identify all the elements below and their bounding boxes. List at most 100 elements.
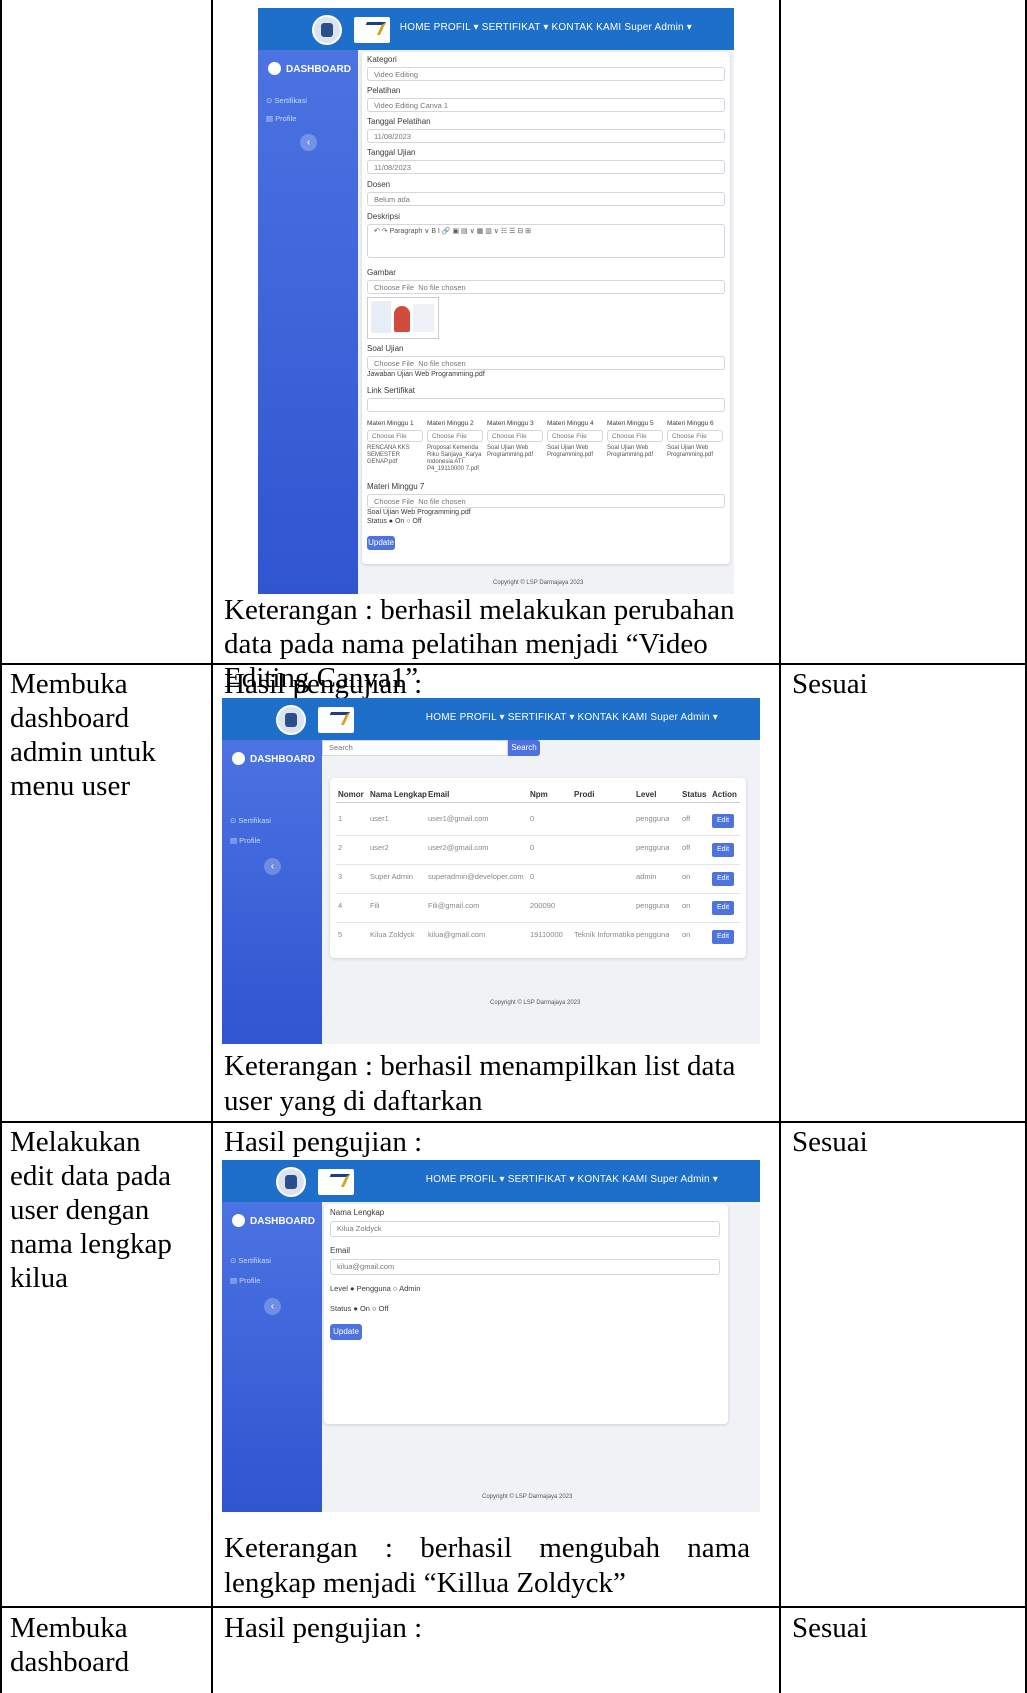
skenario-3-line-5: kilua [10,1262,68,1294]
field-input[interactable]: 11/08/2023 [367,129,725,143]
table-row: 3 Super Admin superadmin@developer.com 0 adm… [330,868,746,890]
materi-file-input[interactable]: Choose File [607,430,663,442]
hasil-3-label: Hasil pengujian : [224,1126,423,1158]
sidebar-item-sertifikasi[interactable]: ⊙ Sertifikasi [266,96,307,105]
materi-file-input[interactable]: Choose File [547,430,603,442]
table-cell: pengguna [636,930,670,939]
row-divider [336,922,740,923]
table-header: Npm [530,790,548,799]
sidebar-item-profile[interactable]: ▤ Profile [230,836,260,845]
materi7-file-input[interactable]: Choose File No file chosen [367,494,725,508]
edit-button[interactable]: Edit [712,901,734,915]
main-area: Search Search Nomor Nama Lengkap Email Npm P… [322,740,760,1044]
sidebar-item-profile[interactable]: ▤ Profile [266,114,296,123]
email-input[interactable]: kilua@gmail.com [330,1259,720,1275]
search-input[interactable]: Search [322,740,508,756]
status-4: Sesuai [792,1612,868,1644]
sidebar-toggle-icon[interactable]: ‹ [264,1298,281,1315]
status-radio-group[interactable]: Status ● On ○ Off [330,1304,389,1313]
row-divider-2 [0,1121,1027,1123]
choose-file-button[interactable]: Choose File [374,497,414,506]
no-file-text: No file chosen [418,497,466,506]
skenario-3-line-3: user dengan [10,1194,150,1226]
top-nav[interactable]: HOME PROFIL ▾ SERTIFIKAT ▾ KONTAK KAMI S… [426,1174,718,1185]
row-divider-3 [0,1606,1027,1608]
hasil-2-label: Hasil pengujian : [224,668,423,700]
materi-file-input[interactable]: Choose File [367,430,423,442]
materi-current-file: Soal Ujian Web Programming.pdf [607,445,654,458]
materi-current-file: RENCANA KKS SEMESTER GENAP.pdf [367,445,410,465]
row-divider [336,835,740,836]
table-cell: 2 [338,843,343,852]
dashboard-icon [232,752,245,765]
skenario-3-line-1: Melakukan [10,1126,141,1158]
sidebar-title-label: DASHBOARD [250,1216,315,1227]
update-button[interactable]: Update [367,536,395,550]
field-input[interactable]: Video Editing [367,67,725,81]
sidebar-toggle-icon[interactable]: ‹ [300,134,317,151]
table-cell: on [682,930,691,939]
gambar-file-input[interactable]: Choose File No file chosen [367,280,725,294]
sidebar-title[interactable]: DASHBOARD [232,752,315,765]
table-header: Email [428,790,450,799]
table-header: Prodi [574,790,595,799]
keterangan-1-line-1: Keterangan : berhasil melakukan perubaha… [224,594,735,626]
link-sertifikat-input[interactable] [367,398,725,412]
nama-lengkap-input[interactable]: Kilua Zoldyck [330,1221,720,1237]
field-label: Dosen [367,180,391,189]
user-table: Nomor Nama Lengkap Email Npm Prodi Level Statu… [330,778,746,958]
lsp-logo [318,707,354,733]
sidebar-item-profile[interactable]: ▤ Profile [230,1276,260,1285]
table-cell: pengguna [636,814,670,823]
edit-button[interactable]: Edit [712,814,734,828]
skenario-3-line-4: nama lengkap [10,1228,172,1260]
edit-button[interactable]: Edit [712,843,734,857]
dashboard-icon [232,1214,245,1227]
sidebar-title[interactable]: DASHBOARD [268,62,351,75]
top-nav[interactable]: HOME PROFIL ▾ SERTIFIKAT ▾ KONTAK KAMI S… [426,712,718,723]
table-cell: admin [636,872,657,881]
keterangan-3-line-2: lengkap menjadi “Killua Zoldyck” [224,1567,626,1599]
materi-label: Materi Minggu 1 [367,420,414,427]
level-radio-group[interactable]: Level ● Pengguna ○ Admin [330,1284,420,1293]
table-cell: 4 [338,901,343,910]
choose-file-button[interactable]: Choose File [374,283,414,292]
status-radio-group[interactable]: Status ● On ○ Off [367,518,422,525]
date-input[interactable]: 11/08/2023 [367,160,725,174]
lsp-logo [354,17,390,43]
materi-file-input[interactable]: Choose File [427,430,483,442]
field-label: Tanggal Pelatihan [367,117,431,126]
sidebar-item-sertifikasi[interactable]: ⊙ Sertifikasi [230,816,271,825]
edit-user-card: Nama Lengkap Kilua Zoldyck Email kilua@g… [324,1204,728,1424]
update-button[interactable]: Update [330,1324,362,1340]
table-row: 1 user1 user1@gmail.com 0 pengguna off Edit [330,810,746,832]
row-divider [336,864,740,865]
editor-toolbar[interactable]: ↶ ↷ Paragraph ∨ B I 🔗 ▣ ▤ ∨ ▦ ▥ ∨ ☷ ☰ ⊟ … [374,228,531,235]
app-topbar: HOME PROFIL ▾ SERTIFIKAT ▾ KONTAK KAMI S… [222,1160,760,1202]
sidebar-toggle-icon[interactable]: ‹ [264,858,281,875]
field-input[interactable]: Video Editing Canva 1 [367,98,725,112]
university-logo [276,1167,306,1197]
status-2: Sesuai [792,668,868,700]
sidebar-title[interactable]: DASHBOARD [232,1214,315,1227]
edit-button[interactable]: Edit [712,872,734,886]
link-sertifikat-label: Link Sertifikat [367,386,416,395]
materi-label: Materi Minggu 3 [487,420,534,427]
soal-file-input[interactable]: Choose File No file chosen [367,356,725,370]
top-nav[interactable]: HOME PROFIL ▾ SERTIFIKAT ▾ KONTAK KAMI S… [400,22,692,33]
table-row: 5 Kilua Zoldyck kilua@gmail.com 19110000 Tek… [330,926,746,948]
choose-file-button[interactable]: Choose File [374,359,414,368]
table-header: Status [682,790,707,799]
sidebar-item-sertifikasi[interactable]: ⊙ Sertifikasi [230,1256,271,1265]
table-cell: Kilua Zoldyck [370,930,415,939]
status-3: Sesuai [792,1126,868,1158]
sidebar-title-label: DASHBOARD [250,754,315,765]
materi-file-input[interactable]: Choose File [487,430,543,442]
materi-file-input[interactable]: Choose File [667,430,723,442]
search-button[interactable]: Search [508,740,540,756]
table-cell: 19110000 [530,930,563,939]
field-input[interactable]: Belum ada [367,192,725,206]
main-area: Kategori Video Editing Pelatihan Video E… [358,50,734,594]
edit-button[interactable]: Edit [712,930,734,944]
rich-text-editor[interactable]: ↶ ↷ Paragraph ∨ B I 🔗 ▣ ▤ ∨ ▦ ▥ ∨ ☷ ☰ ⊟ … [367,224,725,258]
